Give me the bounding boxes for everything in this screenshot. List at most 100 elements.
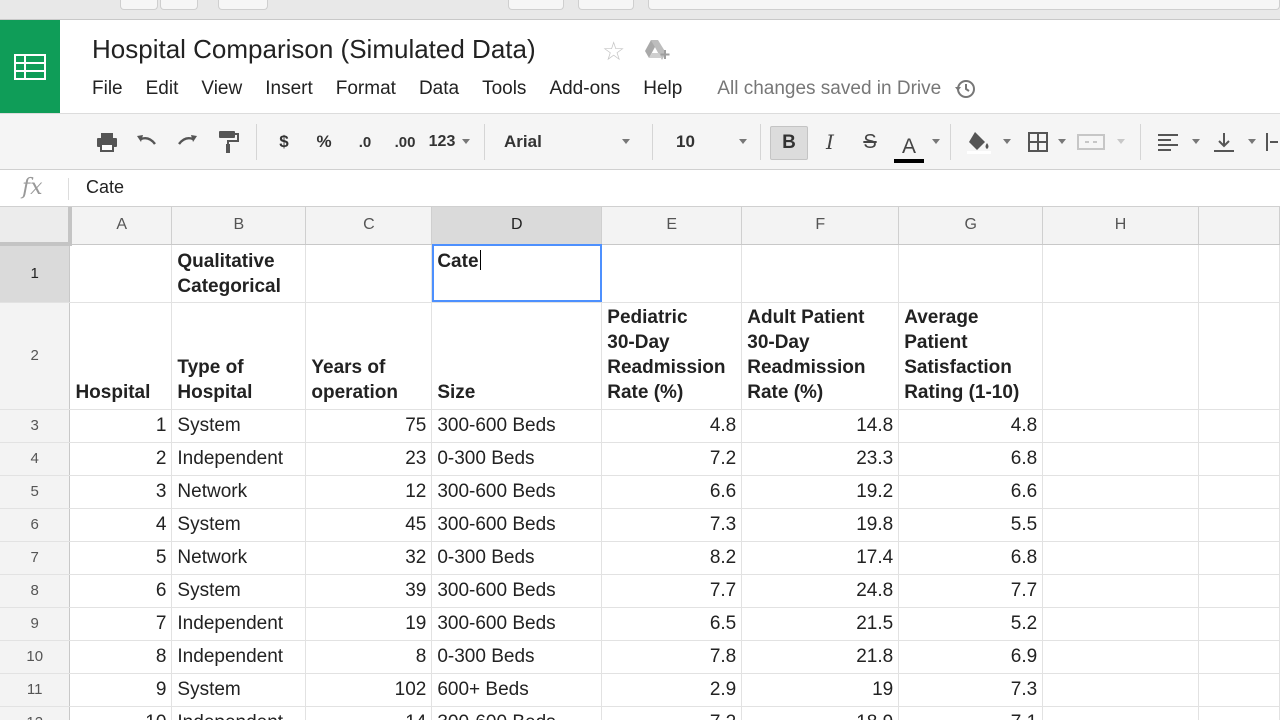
cell-pediatric-rate[interactable]: 7.2 [601, 442, 743, 476]
cell-adult-rate[interactable]: 19 [741, 673, 900, 707]
column-header-c[interactable]: C [305, 207, 433, 245]
menu-data[interactable]: Data [419, 78, 459, 100]
cell-years[interactable]: 8 [305, 640, 433, 674]
menu-edit[interactable]: Edit [146, 78, 179, 100]
cell-hospital[interactable]: 1 [69, 409, 173, 443]
cell-pediatric-rate[interactable]: 7.8 [601, 640, 743, 674]
column-header-d[interactable]: D [431, 207, 603, 245]
cell-type[interactable]: Independent [171, 442, 307, 476]
cell-years[interactable]: 32 [305, 541, 433, 575]
cell[interactable] [1042, 706, 1199, 720]
cell-hospital[interactable]: 4 [69, 508, 173, 542]
star-icon[interactable]: ☆ [602, 36, 625, 67]
column-header-a[interactable]: A [69, 207, 173, 245]
column-header-f[interactable]: F [741, 207, 900, 245]
cell[interactable] [1198, 409, 1280, 443]
cell[interactable] [1042, 508, 1199, 542]
row-header[interactable]: 5 [0, 475, 71, 509]
cell[interactable] [1042, 475, 1199, 509]
italic-button[interactable]: I [816, 114, 844, 170]
font-family-select[interactable]: Arial [504, 114, 542, 170]
currency-format-button[interactable]: $ [272, 114, 296, 170]
column-header-h[interactable]: H [1042, 207, 1199, 245]
vertical-align-icon[interactable] [1210, 114, 1238, 170]
bold-button[interactable]: B [770, 126, 808, 160]
menu-help[interactable]: Help [643, 78, 682, 100]
cell[interactable] [898, 244, 1044, 303]
undo-icon[interactable] [132, 114, 162, 170]
header-cell[interactable]: Hospital [69, 302, 173, 410]
cell[interactable] [741, 244, 900, 303]
browser-button[interactable] [508, 0, 564, 10]
font-size-select[interactable]: 10 [676, 114, 695, 170]
cell-hospital[interactable]: 8 [69, 640, 173, 674]
cell[interactable] [1042, 442, 1199, 476]
decrease-decimal-button[interactable]: .0 [350, 114, 380, 170]
menu-file[interactable]: File [92, 78, 123, 100]
merge-cells-icon[interactable] [1074, 114, 1108, 170]
row-header[interactable]: 8 [0, 574, 71, 608]
menu-tools[interactable]: Tools [482, 78, 526, 100]
cell-size[interactable]: 0-300 Beds [431, 541, 603, 575]
cell-pediatric-rate[interactable]: 2.9 [601, 673, 743, 707]
cell-size[interactable]: 300-600 Beds [431, 706, 603, 720]
cell[interactable] [1042, 409, 1199, 443]
cell[interactable]: Qualitative Categorical [171, 244, 307, 303]
text-wrap-icon[interactable] [1262, 114, 1280, 170]
cell[interactable] [1198, 640, 1280, 674]
more-formats-button[interactable]: 123 [426, 114, 458, 170]
cell-adult-rate[interactable]: 18.9 [741, 706, 900, 720]
cell-years[interactable]: 23 [305, 442, 433, 476]
browser-button[interactable] [120, 0, 158, 10]
redo-icon[interactable] [172, 114, 202, 170]
cell-size[interactable]: 300-600 Beds [431, 475, 603, 509]
chevron-down-icon[interactable] [932, 139, 940, 144]
cell-satisfaction[interactable]: 4.8 [898, 409, 1044, 443]
chevron-down-icon[interactable] [462, 139, 470, 144]
cell-pediatric-rate[interactable]: 7.3 [601, 508, 743, 542]
browser-button[interactable] [218, 0, 268, 10]
cell[interactable] [1198, 508, 1280, 542]
cell-type[interactable]: Independent [171, 706, 307, 720]
header-cell[interactable]: Pediatric 30-Day Readmission Rate (%) [601, 302, 743, 410]
chevron-down-icon[interactable] [1117, 139, 1125, 144]
cell-adult-rate[interactable]: 14.8 [741, 409, 900, 443]
row-header[interactable]: 11 [0, 673, 71, 707]
cell-type[interactable]: Independent [171, 607, 307, 641]
cell[interactable] [1198, 244, 1280, 303]
chevron-down-icon[interactable] [1058, 139, 1066, 144]
document-title[interactable]: Hospital Comparison (Simulated Data) [92, 34, 536, 65]
cell-hospital[interactable]: 7 [69, 607, 173, 641]
cell[interactable] [1042, 607, 1199, 641]
cell-years[interactable]: 19 [305, 607, 433, 641]
cell-pediatric-rate[interactable]: 8.2 [601, 541, 743, 575]
row-header[interactable]: 1 [0, 244, 71, 303]
cell-hospital[interactable]: 10 [69, 706, 173, 720]
row-header[interactable]: 7 [0, 541, 71, 575]
cell-hospital[interactable]: 6 [69, 574, 173, 608]
header-cell[interactable]: Average Patient Satisfaction Rating (1-10) [898, 302, 1044, 410]
cell[interactable] [601, 244, 743, 303]
chevron-down-icon[interactable] [1003, 139, 1011, 144]
select-all-corner[interactable] [0, 207, 72, 246]
cell-hospital[interactable]: 9 [69, 673, 173, 707]
cell-size[interactable]: 0-300 Beds [431, 442, 603, 476]
cell-size[interactable]: 300-600 Beds [431, 508, 603, 542]
cell-satisfaction[interactable]: 7.1 [898, 706, 1044, 720]
cell-hospital[interactable]: 5 [69, 541, 173, 575]
cell-satisfaction[interactable]: 5.2 [898, 607, 1044, 641]
cell[interactable] [1198, 673, 1280, 707]
cell-type[interactable]: Independent [171, 640, 307, 674]
cell-years[interactable]: 39 [305, 574, 433, 608]
cell-pediatric-rate[interactable]: 7.2 [601, 706, 743, 720]
menu-view[interactable]: View [201, 78, 242, 100]
cell-years[interactable]: 14 [305, 706, 433, 720]
cell-size[interactable]: 300-600 Beds [431, 607, 603, 641]
chevron-down-icon[interactable] [622, 139, 630, 144]
cell-type[interactable]: Network [171, 475, 307, 509]
revision-history-icon[interactable] [953, 77, 977, 101]
cell-type[interactable]: System [171, 673, 307, 707]
header-cell[interactable]: Adult Patient 30-Day Readmission Rate (%) [741, 302, 900, 410]
strikethrough-button[interactable]: S [856, 114, 884, 170]
cell[interactable] [1198, 541, 1280, 575]
